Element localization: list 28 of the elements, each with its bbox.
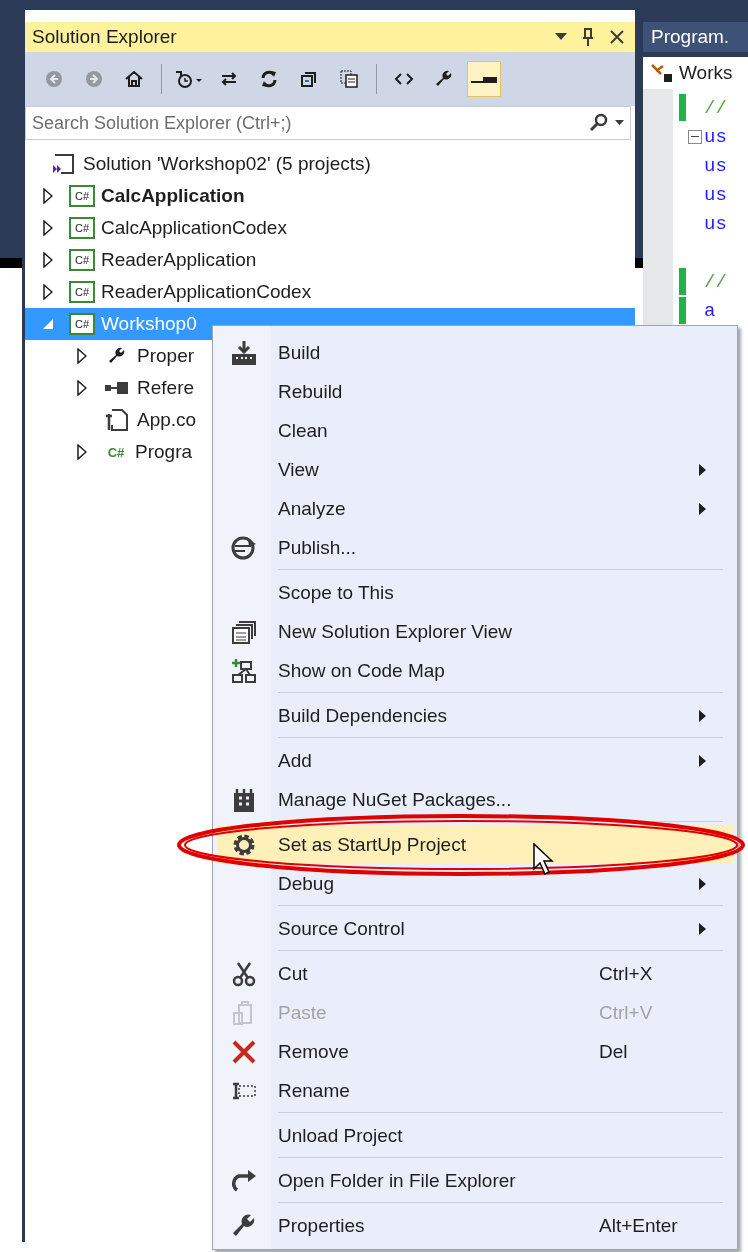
tree-item-label: CalcApplication bbox=[101, 185, 245, 207]
tree-item-label: CalcApplicationCodex bbox=[101, 217, 287, 239]
tree-item-label: Progra bbox=[135, 441, 193, 463]
code-text: us bbox=[704, 183, 727, 206]
shortcut-text: Del bbox=[599, 1040, 629, 1063]
csharp-project-icon: C# bbox=[69, 217, 95, 239]
tree-item-label: App.co bbox=[137, 409, 197, 431]
csharp-file-icon: C# bbox=[103, 441, 129, 463]
code-text: us bbox=[704, 154, 727, 177]
shortcut-text: Ctrl+V bbox=[599, 1001, 654, 1024]
shortcut-text: Alt+Enter bbox=[599, 1214, 679, 1237]
code-text: us bbox=[704, 125, 727, 148]
tree-item-label: ReaderApplication bbox=[101, 249, 257, 271]
code-text: // bbox=[704, 96, 727, 119]
tree-item-label: Workshop0 bbox=[101, 313, 197, 335]
tree-item-label: Proper bbox=[137, 345, 195, 367]
csharp-project-icon: C# bbox=[69, 281, 95, 303]
csharp-project-icon: C# bbox=[69, 185, 95, 207]
tree-item-label: ReaderApplicationCodex bbox=[101, 281, 312, 303]
code-text: a bbox=[704, 299, 716, 322]
panel-title: Solution Explorer bbox=[32, 26, 177, 48]
shortcut-text: Ctrl+X bbox=[599, 962, 654, 985]
csharp-project-icon: C# bbox=[69, 313, 95, 335]
csharp-project-icon: C# bbox=[69, 249, 95, 271]
tree-item-label: Refere bbox=[137, 377, 195, 399]
code-text: us bbox=[704, 212, 727, 235]
tree-item-label: Solution 'Workshop02' (5 projects) bbox=[83, 153, 371, 175]
code-text: // bbox=[704, 270, 727, 293]
